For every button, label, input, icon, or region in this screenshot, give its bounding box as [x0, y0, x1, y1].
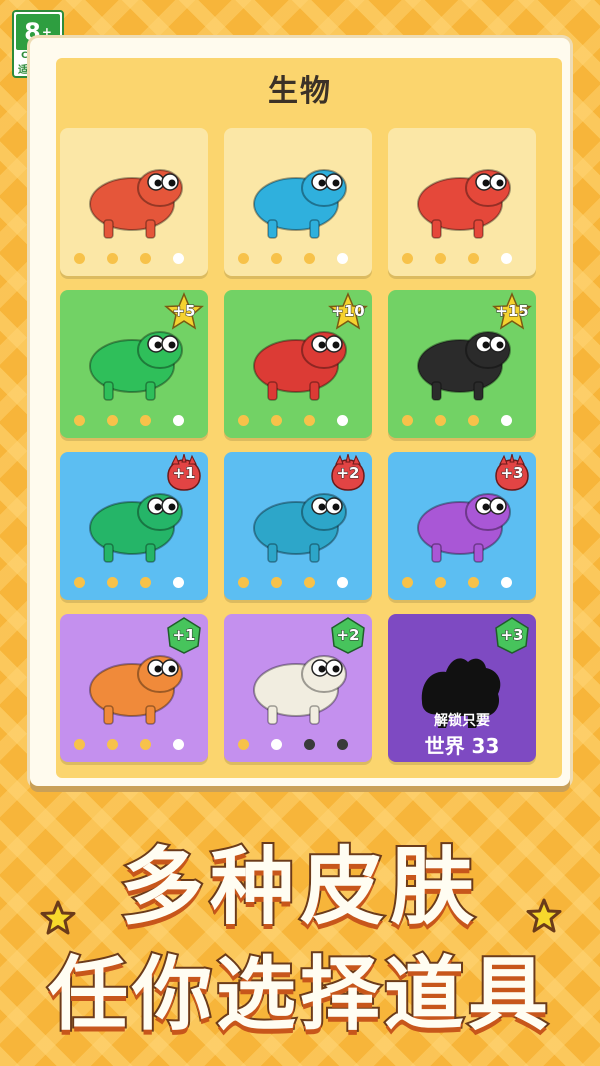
- reward-badge: +1: [164, 616, 204, 654]
- skin-dot[interactable]: [304, 577, 315, 588]
- banner-line-1: 多种皮肤: [118, 836, 480, 938]
- reward-badge: +2: [328, 454, 368, 492]
- blue-crab-icon: [238, 146, 358, 246]
- skin-dot[interactable]: [140, 415, 151, 426]
- skin-dots: [74, 739, 184, 750]
- skin-dot[interactable]: [140, 577, 151, 588]
- skin-dot[interactable]: [337, 577, 348, 588]
- skin-dot[interactable]: [402, 415, 413, 426]
- skin-dot[interactable]: [173, 739, 184, 750]
- skin-dot[interactable]: [337, 415, 348, 426]
- skin-dot[interactable]: [140, 739, 151, 750]
- creature-card-red-skeleton-dino[interactable]: [388, 128, 536, 276]
- creature-panel: 生物 +5 +10 +15 +1 +2 +3 +1 +2 +3 解锁只要 世界 …: [30, 38, 570, 786]
- skin-dot[interactable]: [402, 253, 413, 264]
- skin-dots: [402, 415, 512, 426]
- creature-card-red-horned-beast[interactable]: [60, 128, 208, 276]
- skin-dot[interactable]: [173, 253, 184, 264]
- skin-dot[interactable]: [271, 577, 282, 588]
- skin-dot[interactable]: [468, 577, 479, 588]
- skin-dot[interactable]: [304, 739, 315, 750]
- creature-card-green-lizard[interactable]: +5: [60, 290, 208, 438]
- unlock-hint: 解锁只要: [434, 713, 490, 729]
- skin-dot[interactable]: [74, 253, 85, 264]
- reward-badge: +3: [492, 454, 532, 492]
- reward-badge: +3: [492, 616, 532, 654]
- skin-dot[interactable]: [238, 253, 249, 264]
- skin-dot[interactable]: [173, 415, 184, 426]
- skin-dot[interactable]: [435, 415, 446, 426]
- reward-badge-text: +1: [172, 464, 196, 483]
- skin-dots: [238, 739, 348, 750]
- red-skeleton-dino-icon: [402, 146, 522, 246]
- creature-card-orange-octopus[interactable]: +1: [60, 614, 208, 762]
- skin-dot[interactable]: [271, 253, 282, 264]
- reward-badge: +2: [328, 616, 368, 654]
- skin-dot[interactable]: [271, 415, 282, 426]
- skin-dots: [74, 577, 184, 588]
- skin-dot[interactable]: [402, 577, 413, 588]
- skin-dot[interactable]: [107, 415, 118, 426]
- skin-dots: [238, 253, 348, 264]
- panel-title: 生物: [268, 74, 332, 109]
- decor-star-left-icon: [40, 900, 76, 935]
- skin-dot[interactable]: [468, 415, 479, 426]
- skin-dot[interactable]: [337, 253, 348, 264]
- skin-dot[interactable]: [271, 739, 282, 750]
- skin-dot[interactable]: [238, 739, 249, 750]
- skin-dots: [238, 577, 348, 588]
- skin-dot[interactable]: [238, 415, 249, 426]
- red-horned-beast-icon: [74, 146, 194, 246]
- skin-dot[interactable]: [501, 577, 512, 588]
- reward-badge: +5: [164, 292, 204, 330]
- reward-badge: +15: [492, 292, 532, 330]
- skin-dot[interactable]: [74, 739, 85, 750]
- unlock-world: 世界 33: [424, 734, 500, 758]
- creature-card-white-snake[interactable]: +2: [224, 614, 372, 762]
- skin-dot[interactable]: [435, 253, 446, 264]
- reward-badge: +1: [164, 454, 204, 492]
- skin-dot[interactable]: [468, 253, 479, 264]
- reward-badge-text: +3: [500, 464, 524, 483]
- skin-dot[interactable]: [337, 739, 348, 750]
- skin-dot[interactable]: [107, 739, 118, 750]
- decor-star-right-icon: [526, 898, 562, 933]
- reward-badge-text: +2: [336, 464, 360, 483]
- skin-dot[interactable]: [107, 577, 118, 588]
- creature-card-blue-scorpion[interactable]: +2: [224, 452, 372, 600]
- skin-dots: [238, 415, 348, 426]
- skin-dots: [402, 577, 512, 588]
- creature-card-red-lion-beast[interactable]: +10: [224, 290, 372, 438]
- skin-dot[interactable]: [501, 253, 512, 264]
- skin-dot[interactable]: [435, 577, 446, 588]
- skin-dot[interactable]: [304, 253, 315, 264]
- creature-card-blue-crab[interactable]: [224, 128, 372, 276]
- skin-dots: [402, 253, 512, 264]
- reward-badge-text: +10: [331, 302, 365, 321]
- creature-card-purple-dino[interactable]: +3: [388, 452, 536, 600]
- reward-badge: +10: [328, 292, 368, 330]
- reward-badge-text: +2: [336, 626, 360, 645]
- skin-dots: [74, 415, 184, 426]
- skin-dot[interactable]: [140, 253, 151, 264]
- reward-badge-text: +5: [172, 302, 196, 321]
- banner-line-2: 任你选择道具: [46, 946, 552, 1043]
- creature-card-locked-silhouette[interactable]: +3 解锁只要世界 33: [388, 614, 536, 762]
- reward-badge-text: +15: [495, 302, 529, 321]
- skin-dot[interactable]: [173, 577, 184, 588]
- skin-dot[interactable]: [107, 253, 118, 264]
- reward-badge-text: +3: [500, 626, 524, 645]
- skin-dot[interactable]: [304, 415, 315, 426]
- creature-card-green-cat[interactable]: +1: [60, 452, 208, 600]
- skin-dot[interactable]: [74, 577, 85, 588]
- skin-dot[interactable]: [74, 415, 85, 426]
- reward-badge-text: +1: [172, 626, 196, 645]
- creature-card-black-white-spider[interactable]: +15: [388, 290, 536, 438]
- skin-dots: [74, 253, 184, 264]
- skin-dot[interactable]: [501, 415, 512, 426]
- skin-dot[interactable]: [238, 577, 249, 588]
- age-plus-text: +: [41, 25, 52, 39]
